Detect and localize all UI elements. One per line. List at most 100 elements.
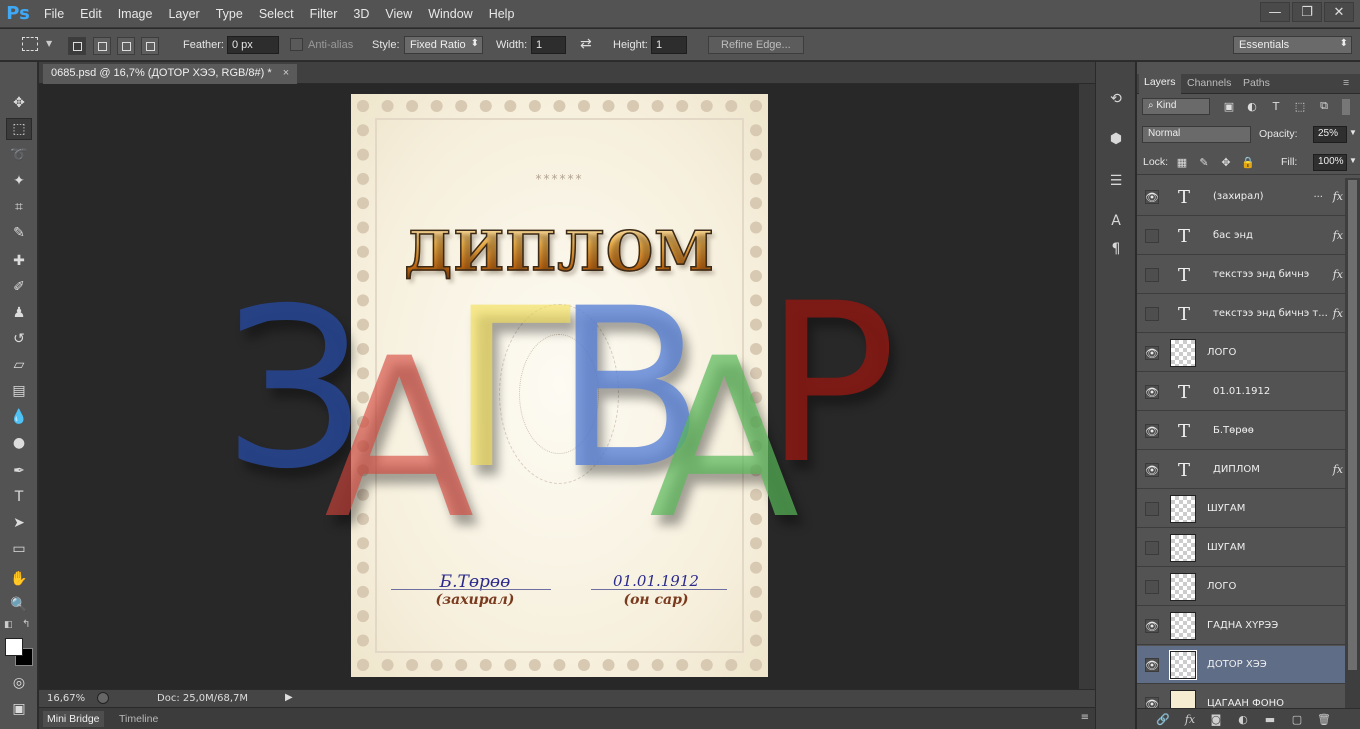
filter-adjustment-icon[interactable]: ◐: [1245, 99, 1259, 113]
path-selection-tool-icon[interactable]: ➤: [6, 512, 32, 534]
eyedropper-tool-icon[interactable]: ✎: [6, 222, 32, 244]
layer-effects-icon[interactable]: fx: [1333, 190, 1343, 203]
tab-timeline[interactable]: Timeline: [115, 711, 162, 727]
layer-row[interactable]: 👁 ЛОГО: [1137, 334, 1345, 372]
gradient-tool-icon[interactable]: ▤: [6, 380, 32, 402]
visibility-toggle[interactable]: [1145, 502, 1159, 516]
tab-channels[interactable]: Channels: [1187, 77, 1231, 89]
close-window-button[interactable]: ✕: [1324, 2, 1354, 22]
character-panel-icon[interactable]: A: [1104, 210, 1128, 232]
filter-kind-select[interactable]: ⌕ Kind: [1142, 98, 1210, 115]
menu-select[interactable]: Select: [251, 7, 302, 21]
hand-tool-icon[interactable]: ✋: [6, 568, 32, 590]
lock-position-icon[interactable]: ✥: [1219, 155, 1233, 169]
filter-smart-object-icon[interactable]: ⧉: [1317, 99, 1331, 113]
rectangular-marquee-tool-icon[interactable]: ⬚: [6, 118, 32, 140]
layer-style-icon[interactable]: fx: [1181, 712, 1199, 727]
layer-row[interactable]: ШУГАМ: [1137, 490, 1345, 528]
tab-layers[interactable]: Layers: [1139, 74, 1181, 95]
filter-pixel-icon[interactable]: ▣: [1222, 99, 1236, 113]
visibility-toggle[interactable]: [1145, 541, 1159, 555]
opacity-input[interactable]: 25%: [1313, 126, 1347, 143]
new-selection-icon[interactable]: [68, 37, 86, 55]
tab-mini-bridge[interactable]: Mini Bridge: [43, 711, 104, 727]
fill-input[interactable]: 100%: [1313, 154, 1347, 171]
layer-row[interactable]: 👁 ДОТОР ХЭЭ: [1137, 646, 1345, 684]
dodge-tool-icon[interactable]: ●: [6, 432, 32, 454]
canvas-vertical-scrollbar[interactable]: [1079, 84, 1095, 689]
intersect-selection-icon[interactable]: [141, 37, 159, 55]
filter-type-icon[interactable]: T: [1269, 99, 1283, 113]
default-colors-icon[interactable]: ◧: [4, 620, 13, 630]
layer-row[interactable]: Tбас энд fx: [1137, 217, 1345, 255]
visibility-toggle[interactable]: [1145, 268, 1159, 282]
layer-name[interactable]: ГАДНА ХҮРЭЭ: [1207, 620, 1327, 631]
lasso-tool-icon[interactable]: ➰: [6, 144, 32, 166]
layers-scrollbar[interactable]: [1345, 178, 1360, 708]
paragraph-panel-icon[interactable]: ¶: [1104, 238, 1128, 260]
visibility-toggle[interactable]: [1145, 580, 1159, 594]
layer-row[interactable]: 👁 T 01.01.1912: [1137, 373, 1345, 411]
layer-row[interactable]: ШУГАМ: [1137, 529, 1345, 567]
menu-3d[interactable]: 3D: [345, 7, 377, 21]
zoom-tool-icon[interactable]: 🔍: [6, 594, 32, 616]
brush-tool-icon[interactable]: ✐: [6, 276, 32, 298]
visibility-toggle[interactable]: [1145, 307, 1159, 321]
layer-row[interactable]: 👁 T (захирал)... fx: [1137, 178, 1345, 216]
restore-button[interactable]: ❐: [1292, 2, 1322, 22]
zoom-level[interactable]: 16,67%: [47, 693, 85, 704]
style-select[interactable]: Fixed Ratio: [404, 36, 483, 54]
screen-mode-icon[interactable]: ▣: [6, 698, 32, 720]
layer-name[interactable]: ЦАГААН ФОНО: [1207, 698, 1327, 708]
menu-type[interactable]: Type: [208, 7, 251, 21]
layer-row[interactable]: Tтекстээ энд бичнэ fx: [1137, 256, 1345, 294]
layer-name[interactable]: ДОТОР ХЭЭ: [1207, 659, 1327, 670]
minimize-button[interactable]: —: [1260, 2, 1290, 22]
layer-row[interactable]: 👁 ЦАГААН ФОНО: [1137, 685, 1345, 708]
eye-icon[interactable]: 👁: [1145, 424, 1159, 438]
menu-view[interactable]: View: [377, 7, 420, 21]
eye-icon[interactable]: 👁: [1145, 658, 1159, 672]
history-panel-icon[interactable]: ⟲: [1104, 88, 1128, 110]
lock-image-icon[interactable]: ✎: [1197, 155, 1211, 169]
history-brush-tool-icon[interactable]: ↺: [6, 328, 32, 350]
layer-name[interactable]: ДИПЛОМ: [1213, 464, 1333, 475]
layers-panel-menu-icon[interactable]: ≡: [1343, 77, 1349, 89]
layer-name[interactable]: ЛОГО: [1207, 347, 1327, 358]
tab-paths[interactable]: Paths: [1243, 77, 1270, 89]
close-document-icon[interactable]: ×: [283, 67, 289, 79]
eye-icon[interactable]: 👁: [1145, 385, 1159, 399]
visibility-toggle[interactable]: [1145, 229, 1159, 243]
layer-effects-icon[interactable]: fx: [1333, 268, 1343, 281]
move-tool-icon[interactable]: ✥: [6, 92, 32, 114]
panel-menu-icon[interactable]: ≡: [1081, 712, 1089, 723]
layer-row[interactable]: ЛОГО: [1137, 568, 1345, 606]
swap-dimensions-icon[interactable]: ⇄: [580, 36, 592, 52]
menu-filter[interactable]: Filter: [302, 7, 346, 21]
layer-effects-icon[interactable]: fx: [1333, 229, 1343, 242]
menu-help[interactable]: Help: [481, 7, 523, 21]
foreground-color-swatch[interactable]: [5, 638, 23, 656]
layer-name[interactable]: ЛОГО: [1207, 581, 1327, 592]
menu-image[interactable]: Image: [110, 7, 161, 21]
quick-mask-icon[interactable]: ◎: [6, 672, 32, 694]
subtract-selection-icon[interactable]: [117, 37, 135, 55]
lock-all-icon[interactable]: 🔒: [1241, 155, 1255, 169]
preset-dropdown-icon[interactable]: ▼: [46, 39, 52, 48]
rectangle-tool-icon[interactable]: ▭: [6, 538, 32, 560]
eye-icon[interactable]: 👁: [1145, 697, 1159, 708]
layer-name[interactable]: 01.01.1912: [1213, 386, 1333, 397]
fill-dropdown-icon[interactable]: ▼: [1349, 156, 1357, 165]
new-group-icon[interactable]: ▬: [1261, 712, 1279, 727]
type-tool-icon[interactable]: T: [6, 486, 32, 508]
add-selection-icon[interactable]: [93, 37, 111, 55]
refine-edge-button[interactable]: Refine Edge...: [708, 36, 804, 54]
width-input[interactable]: 1: [531, 36, 566, 54]
lock-transparent-icon[interactable]: ▦: [1175, 155, 1189, 169]
filter-shape-icon[interactable]: ⬚: [1293, 99, 1307, 113]
eraser-tool-icon[interactable]: ▱: [6, 354, 32, 376]
magic-wand-tool-icon[interactable]: ✦: [6, 170, 32, 192]
layer-row[interactable]: Tтекстээ энд бичнэ т... fx: [1137, 295, 1345, 333]
layers-scrollbar-thumb[interactable]: [1348, 180, 1357, 670]
eye-icon[interactable]: 👁: [1145, 619, 1159, 633]
